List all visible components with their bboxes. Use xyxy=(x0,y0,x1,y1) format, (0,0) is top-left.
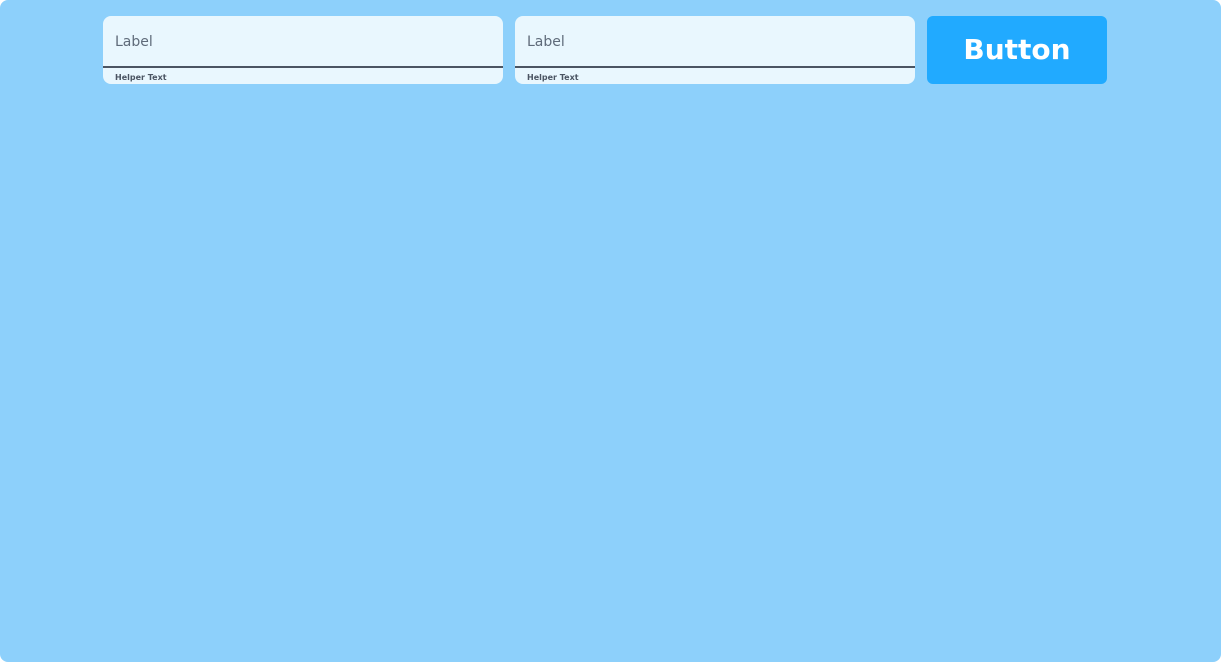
app-canvas: Helper Text Helper Text Button xyxy=(0,0,1221,662)
text-field-2[interactable]: Helper Text xyxy=(515,16,915,84)
text-field-1[interactable]: Helper Text xyxy=(103,16,503,84)
text-field-2-helper-text: Helper Text xyxy=(527,73,579,82)
text-field-1-underline xyxy=(103,66,503,68)
text-field-1-helper-text: Helper Text xyxy=(115,73,167,82)
text-field-2-input[interactable] xyxy=(515,16,915,68)
text-field-2-underline xyxy=(515,66,915,68)
primary-button[interactable]: Button xyxy=(927,16,1107,84)
text-field-1-input[interactable] xyxy=(103,16,503,68)
